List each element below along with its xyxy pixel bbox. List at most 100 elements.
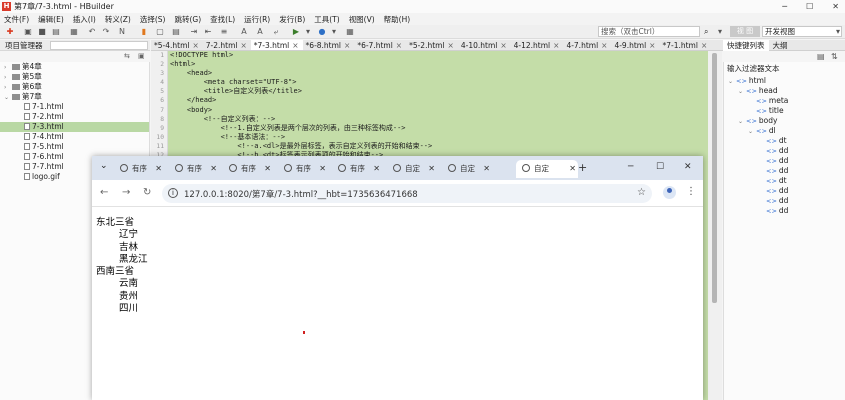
cut-icon[interactable]: ▦ xyxy=(70,28,78,36)
folder-item[interactable]: › 第4章 xyxy=(0,62,149,72)
expand-arrow-icon[interactable]: ⌄ xyxy=(728,77,736,87)
expand-arrow-icon[interactable]: ⌄ xyxy=(748,127,756,137)
tab-close-icon[interactable]: × xyxy=(500,41,506,50)
tab-close-icon[interactable]: ✕ xyxy=(373,160,380,178)
tab-search-icon[interactable]: ⌄ xyxy=(100,161,108,171)
menu-item[interactable]: 视图(V) xyxy=(349,14,375,25)
comment-icon[interactable]: ▢ xyxy=(156,28,164,36)
editor-tab[interactable]: 4-9.html × xyxy=(611,40,659,50)
search-input[interactable]: 搜索（双击Ctrl） xyxy=(598,26,700,37)
code-line[interactable]: <!--a.<dl>是最外层标签，表示自定义列表的开始和结束--> xyxy=(168,142,708,151)
code-line[interactable]: <meta charset="UTF-8"> xyxy=(168,78,708,87)
redo-icon[interactable]: ↷ xyxy=(102,28,110,36)
menu-item[interactable]: 运行(R) xyxy=(244,14,270,25)
tab-close-icon[interactable]: ✕ xyxy=(428,160,435,178)
menu-item[interactable]: 发行(B) xyxy=(279,14,305,25)
undo-icon[interactable]: ↶ xyxy=(88,28,96,36)
tab-shortcuts[interactable]: 快捷键列表 xyxy=(723,39,769,51)
search-icon[interactable]: ⌕ xyxy=(704,27,708,37)
code-line[interactable]: <!--1.自定义列表是两个层次的列表，由三种标签构成--> xyxy=(168,124,708,133)
tab-close-icon[interactable]: ✕ xyxy=(210,160,217,178)
reload-icon[interactable]: ↻ xyxy=(143,187,151,198)
outline-item[interactable]: <> dt xyxy=(724,176,845,186)
tab-close-icon[interactable]: ✕ xyxy=(319,160,326,178)
outdent-icon[interactable]: ⇤ xyxy=(204,28,212,36)
outline-item[interactable]: <> dd xyxy=(724,146,845,156)
run-dropdown-icon[interactable]: ▾ xyxy=(304,28,312,36)
folder-item[interactable]: › 第6章 xyxy=(0,82,149,92)
save-all-icon[interactable]: ▤ xyxy=(52,28,60,36)
browser-maximize-button[interactable]: ☐ xyxy=(656,162,664,172)
view-button[interactable]: 视 图 xyxy=(730,26,760,37)
browser-menu-icon[interactable]: ⋮ xyxy=(686,186,696,197)
code-line[interactable]: <head> xyxy=(168,69,708,78)
outline-filter-input[interactable]: 输入过滤器文本 xyxy=(724,62,845,76)
preview-dropdown-icon[interactable]: ▾ xyxy=(330,28,338,36)
browser-tab[interactable]: 自定 ✕ xyxy=(448,160,492,178)
format-icon[interactable]: Ν xyxy=(118,28,126,36)
tab-close-icon[interactable]: × xyxy=(396,41,402,50)
browser-close-button[interactable]: ✕ xyxy=(684,162,692,172)
tab-close-icon[interactable]: × xyxy=(344,41,350,50)
save-icon[interactable]: ■ xyxy=(38,28,46,36)
comment-block-icon[interactable]: ▤ xyxy=(172,28,180,36)
tab-close-icon[interactable]: ✕ xyxy=(569,160,576,178)
tab-close-icon[interactable]: ✕ xyxy=(155,160,162,178)
file-item[interactable]: 7-5.html xyxy=(0,142,149,152)
run-icon[interactable]: ▶ xyxy=(292,28,300,36)
search-dropdown-icon[interactable]: ▾ xyxy=(716,28,724,36)
browser-tab[interactable]: 自定 ✕ xyxy=(393,160,437,178)
tab-close-icon[interactable]: ✕ xyxy=(483,160,490,178)
outline-item[interactable]: ⌄ <> body xyxy=(724,116,845,126)
project-filter-input[interactable] xyxy=(50,41,148,50)
tab-close-icon[interactable]: × xyxy=(553,41,559,50)
file-item[interactable]: 7-1.html xyxy=(0,102,149,112)
tab-outline[interactable]: 大纲 xyxy=(769,40,792,51)
view-mode-select[interactable]: 开发视图 xyxy=(762,26,842,37)
address-bar[interactable]: i 127.0.0.1:8020/第7章/7-3.html?__hbt=1735… xyxy=(162,184,652,203)
tab-close-icon[interactable]: × xyxy=(701,41,707,50)
bookmark-icon[interactable]: ▮ xyxy=(140,28,148,36)
code-line[interactable]: </head> xyxy=(168,96,708,105)
profile-avatar-icon[interactable] xyxy=(663,186,676,199)
outline-item[interactable]: <> title xyxy=(724,106,845,116)
editor-tab[interactable]: *6-7.html × xyxy=(354,40,406,50)
font-size-up-icon[interactable]: A xyxy=(240,28,248,36)
browser-tab[interactable]: 有序 ✕ xyxy=(284,160,328,178)
outline-item[interactable]: <> dd xyxy=(724,166,845,176)
indent-icon[interactable]: ⇥ xyxy=(190,28,198,36)
outline-item[interactable]: ⌄ <> dl xyxy=(724,126,845,136)
tab-close-icon[interactable]: × xyxy=(601,41,607,50)
address-text[interactable]: 127.0.0.1:8020/第7章/7-3.html?__hbt=173563… xyxy=(184,188,418,200)
minimize-button[interactable]: ─ xyxy=(782,0,787,13)
browser-tab[interactable]: 有序 ✕ xyxy=(229,160,273,178)
font-size-down-icon[interactable]: A xyxy=(256,28,264,36)
expand-arrow-icon[interactable]: ⌄ xyxy=(738,87,746,97)
menu-item[interactable]: 查找(L) xyxy=(210,14,235,25)
code-line[interactable]: <!--自定义列表：--> xyxy=(168,115,708,124)
editor-tab[interactable]: *5-4.html × xyxy=(151,40,203,50)
code-line[interactable]: <title>自定义列表</title> xyxy=(168,87,708,96)
tab-close-icon[interactable]: × xyxy=(448,41,454,50)
tab-close-icon[interactable]: × xyxy=(192,41,198,50)
editor-tab[interactable]: 7-2.html × xyxy=(203,40,251,50)
code-line[interactable]: <html> xyxy=(168,60,708,69)
panel-close-icon[interactable]: ▣ xyxy=(138,52,145,60)
expand-arrow-icon[interactable]: ⌄ xyxy=(738,117,746,127)
align-icon[interactable]: ≡ xyxy=(220,28,228,36)
file-item[interactable]: 7-3.html xyxy=(0,122,149,132)
menu-item[interactable]: 选择(S) xyxy=(140,14,166,25)
browser-minimize-button[interactable]: ─ xyxy=(628,162,633,172)
folder-item[interactable]: ⌄ 第7章 xyxy=(0,92,149,102)
folder-item[interactable]: › 第5章 xyxy=(0,72,149,82)
menu-item[interactable]: 插入(I) xyxy=(73,14,96,25)
outline-sort-icon[interactable]: ⇅ xyxy=(831,52,838,61)
grid-icon[interactable]: ▦ xyxy=(346,28,354,36)
browser-tab[interactable]: 有序 ✕ xyxy=(175,160,219,178)
file-item[interactable]: 7-4.html xyxy=(0,132,149,142)
outline-item[interactable]: <> dd xyxy=(724,186,845,196)
tab-close-icon[interactable]: ✕ xyxy=(264,160,271,178)
close-button[interactable]: ✕ xyxy=(832,0,839,13)
menu-item[interactable]: 转义(Z) xyxy=(105,14,131,25)
outline-item[interactable]: ⌄ <> html xyxy=(724,76,845,86)
